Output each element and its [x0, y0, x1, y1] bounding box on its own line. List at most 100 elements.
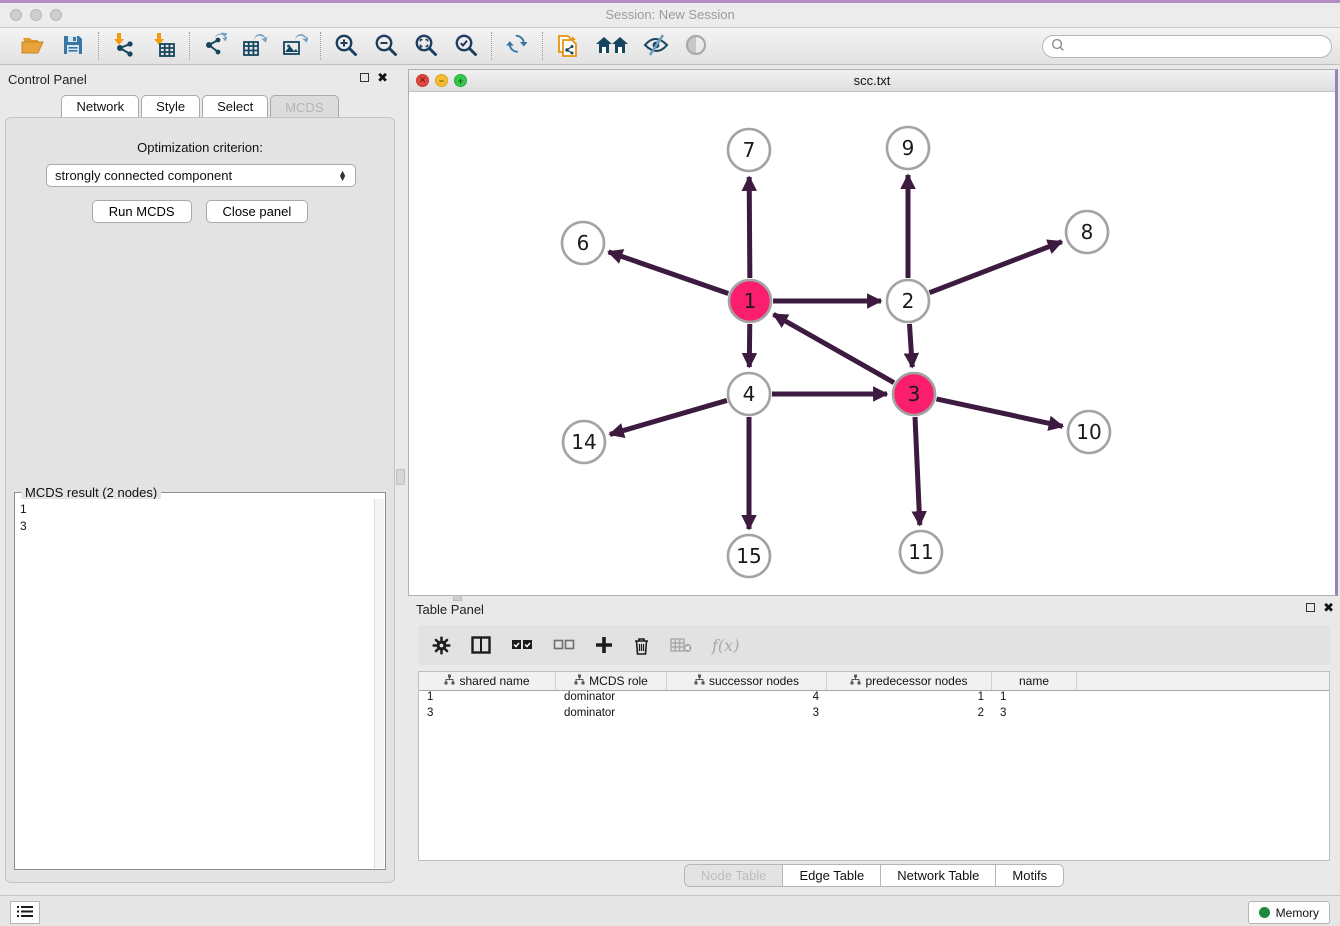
cell-predecessor-nodes[interactable]: 2 [827, 707, 992, 723]
export-table-button[interactable] [242, 33, 268, 59]
node-table[interactable]: shared name MCDS role successor nodes prede… [418, 671, 1330, 861]
deselect-all-icon[interactable] [553, 633, 575, 657]
add-column-icon[interactable] [595, 633, 613, 657]
zoom-in-icon [334, 33, 358, 60]
cell-successor-nodes[interactable]: 3 [667, 707, 827, 723]
network-titlebar[interactable]: ✕ − + scc.txt [409, 70, 1335, 92]
node-7[interactable]: 7 [728, 129, 770, 171]
node-3[interactable]: 3 [893, 373, 935, 415]
edge-4-14[interactable] [610, 400, 727, 434]
cell-MCDS-role[interactable]: dominator [556, 707, 667, 723]
node-8[interactable]: 8 [1066, 211, 1108, 253]
svg-text:14: 14 [571, 430, 596, 454]
control-panel-title: Control Panel [8, 72, 87, 87]
home-networks-icon [596, 34, 628, 59]
network-graph[interactable]: 7 9 6 8 1 2 4 3 14 10 15 11 [409, 92, 1335, 595]
clone-network-icon [556, 31, 580, 62]
tab-network-table[interactable]: Network Table [881, 865, 996, 886]
function-builder-icon[interactable]: f(x) [712, 636, 739, 655]
run-mcds-button[interactable]: Run MCDS [92, 200, 192, 223]
zoom-selected-button[interactable] [453, 33, 479, 59]
cell-shared-name[interactable]: 3 [419, 707, 556, 723]
node-15[interactable]: 15 [728, 535, 770, 577]
close-panel-icon[interactable]: ✖ [377, 73, 388, 82]
memory-label: Memory [1276, 906, 1319, 920]
table-row[interactable]: 1dominator411 [419, 691, 1329, 707]
column-header-MCDS-role[interactable]: MCDS role [556, 672, 667, 690]
edge-2-8[interactable] [929, 242, 1061, 293]
cell-name[interactable]: 3 [992, 707, 1077, 723]
edge-1-7[interactable] [749, 177, 750, 278]
tab-node-table[interactable]: Node Table [685, 865, 784, 886]
mcds-result-line: 3 [20, 518, 369, 535]
node-14[interactable]: 14 [563, 421, 605, 463]
tab-edge-table[interactable]: Edge Table [783, 865, 881, 886]
node-10[interactable]: 10 [1068, 411, 1110, 453]
node-9[interactable]: 9 [887, 127, 929, 169]
table-row[interactable]: 3dominator323 [419, 707, 1329, 723]
select-all-icon[interactable] [511, 633, 533, 657]
column-header-name[interactable]: name [992, 672, 1077, 690]
zoom-fit-button[interactable] [413, 33, 439, 59]
node-11[interactable]: 11 [900, 531, 942, 573]
svg-text:6: 6 [577, 231, 590, 255]
gear-icon[interactable] [432, 633, 451, 657]
clone-network-button[interactable] [555, 33, 581, 59]
delete-table-icon[interactable] [670, 633, 692, 657]
column-header-shared-name[interactable]: shared name [419, 672, 556, 690]
column-label: successor nodes [709, 674, 799, 688]
search-input[interactable] [1070, 39, 1323, 53]
column-label: shared name [459, 674, 529, 688]
svg-text:7: 7 [743, 138, 756, 162]
export-network-button[interactable] [202, 33, 228, 59]
open-file-button[interactable] [20, 33, 46, 59]
float-panel-icon[interactable] [360, 73, 369, 82]
cell-shared-name[interactable]: 1 [419, 691, 556, 707]
style-eye-button[interactable] [643, 33, 669, 59]
criterion-select[interactable]: strongly connected component ▲▼ [46, 164, 356, 187]
column-header-successor-nodes[interactable]: successor nodes [667, 672, 827, 690]
edge-3-10[interactable] [936, 399, 1062, 426]
cell-successor-nodes[interactable]: 4 [667, 691, 827, 707]
export-image-button[interactable] [282, 33, 308, 59]
edge-2-3[interactable] [909, 324, 912, 367]
cell-predecessor-nodes[interactable]: 1 [827, 691, 992, 707]
close-panel-button[interactable]: Close panel [206, 200, 309, 223]
delete-icon[interactable] [633, 633, 650, 657]
columns-icon[interactable] [471, 633, 491, 657]
cell-name[interactable]: 1 [992, 691, 1077, 707]
column-header-predecessor-nodes[interactable]: predecessor nodes [827, 672, 992, 690]
mcds-result-list[interactable]: 13 [16, 499, 373, 868]
cell-MCDS-role[interactable]: dominator [556, 691, 667, 707]
memory-button[interactable]: Memory [1248, 901, 1330, 924]
column-label: MCDS role [589, 674, 648, 688]
edge-3-1[interactable] [773, 314, 894, 382]
network-canvas[interactable]: 7 9 6 8 1 2 4 3 14 10 15 11 [409, 92, 1335, 595]
node-6[interactable]: 6 [562, 222, 604, 264]
svg-text:1: 1 [744, 289, 757, 313]
import-table-button[interactable] [151, 33, 177, 59]
node-4[interactable]: 4 [728, 373, 770, 415]
edge-3-11[interactable] [915, 417, 920, 525]
eye-disabled-button[interactable] [683, 33, 709, 59]
zoom-out-button[interactable] [373, 33, 399, 59]
float-table-panel-icon[interactable] [1306, 603, 1315, 612]
close-table-panel-icon[interactable]: ✖ [1323, 603, 1334, 612]
tab-motifs[interactable]: Motifs [996, 865, 1063, 886]
search-field[interactable] [1042, 35, 1332, 58]
import-network-button[interactable] [111, 33, 137, 59]
home-networks-button[interactable] [595, 33, 629, 59]
panel-splitter-handle[interactable] [396, 469, 405, 485]
import-table-icon [152, 32, 176, 61]
task-history-button[interactable] [10, 901, 40, 924]
refresh-layout-button[interactable] [504, 33, 530, 59]
svg-text:2: 2 [902, 289, 915, 313]
mcds-scrollbar[interactable] [374, 499, 384, 868]
edge-1-6[interactable] [609, 252, 729, 294]
zoom-in-button[interactable] [333, 33, 359, 59]
save-session-button[interactable] [60, 33, 86, 59]
open-file-icon [21, 34, 45, 59]
status-bar: Memory [0, 895, 1340, 926]
node-2[interactable]: 2 [887, 280, 929, 322]
node-1[interactable]: 1 [729, 280, 771, 322]
